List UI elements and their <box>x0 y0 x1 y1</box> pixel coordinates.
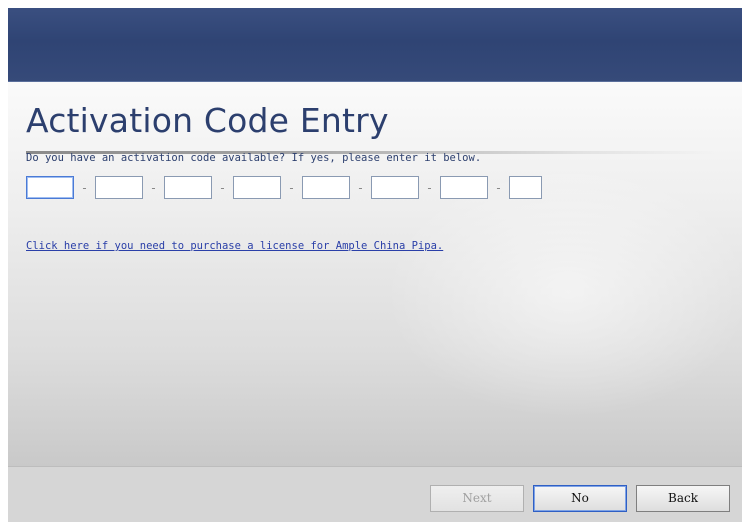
code-field-7[interactable] <box>440 176 488 199</box>
header-band <box>8 8 742 82</box>
code-separator: - <box>149 180 158 195</box>
code-field-6[interactable] <box>371 176 419 199</box>
code-separator: - <box>218 180 227 195</box>
page-title: Activation Code Entry <box>26 101 389 140</box>
code-separator: - <box>494 180 503 195</box>
activation-wizard-window: Activation Code Entry Do you have an act… <box>8 8 742 522</box>
code-field-4[interactable] <box>233 176 281 199</box>
code-separator: - <box>80 180 89 195</box>
wizard-content: Activation Code Entry Do you have an act… <box>8 82 742 466</box>
code-field-5[interactable] <box>302 176 350 199</box>
purchase-license-link[interactable]: Click here if you need to purchase a lic… <box>26 240 443 252</box>
code-field-3[interactable] <box>164 176 212 199</box>
code-field-2[interactable] <box>95 176 143 199</box>
activation-prompt: Do you have an activation code available… <box>26 152 482 164</box>
next-button[interactable]: Next <box>430 485 524 512</box>
code-separator: - <box>425 180 434 195</box>
no-button[interactable]: No <box>533 485 627 512</box>
code-field-8[interactable] <box>509 176 542 199</box>
code-separator: - <box>287 180 296 195</box>
back-button[interactable]: Back <box>636 485 730 512</box>
activation-code-row: - - - - - - - <box>26 175 542 200</box>
wizard-footer: Next No Back <box>8 466 742 522</box>
code-separator: - <box>356 180 365 195</box>
code-field-1[interactable] <box>26 176 74 199</box>
